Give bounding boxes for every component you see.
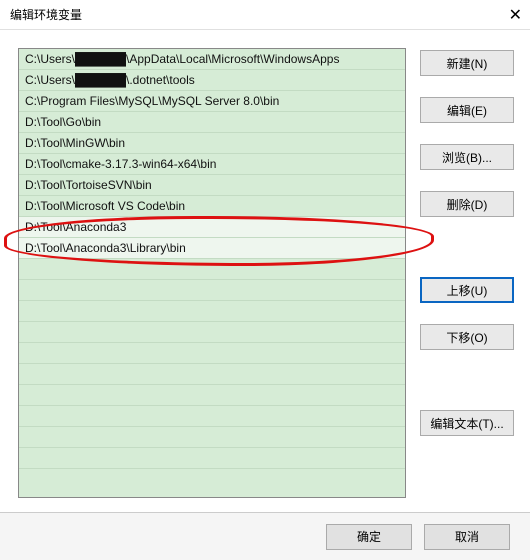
list-item[interactable]: D:\Tool\TortoiseSVN\bin: [19, 175, 405, 196]
delete-button[interactable]: 删除(D): [420, 191, 514, 217]
spacer: [420, 238, 514, 256]
list-item-empty: [19, 343, 405, 364]
list-item[interactable]: D:\Tool\MinGW\bin: [19, 133, 405, 154]
path-listbox[interactable]: C:\Users\██████\AppData\Local\Microsoft\…: [18, 48, 406, 498]
list-item[interactable]: C:\Program Files\MySQL\MySQL Server 8.0\…: [19, 91, 405, 112]
dialog-footer: 确定 取消: [0, 512, 530, 560]
window-title: 编辑环境变量: [10, 6, 82, 23]
browse-button[interactable]: 浏览(B)...: [420, 144, 514, 170]
button-sidebar: 新建(N) 编辑(E) 浏览(B)... 删除(D) 上移(U) 下移(O) 编…: [420, 48, 514, 498]
cancel-button[interactable]: 取消: [424, 524, 510, 550]
list-item-empty: [19, 427, 405, 448]
list-item[interactable]: C:\Users\██████\.dotnet\tools: [19, 70, 405, 91]
list-item-empty: [19, 301, 405, 322]
content-area: C:\Users\██████\AppData\Local\Microsoft\…: [0, 30, 530, 508]
close-icon[interactable]: ✕: [492, 5, 522, 25]
list-item[interactable]: D:\Tool\Microsoft VS Code\bin: [19, 196, 405, 217]
list-item-empty: [19, 406, 405, 427]
titlebar: 编辑环境变量 ✕: [0, 0, 530, 30]
move-up-button[interactable]: 上移(U): [420, 277, 514, 303]
list-item[interactable]: D:\Tool\Go\bin: [19, 112, 405, 133]
list-item[interactable]: C:\Users\██████\AppData\Local\Microsoft\…: [19, 49, 405, 70]
new-button[interactable]: 新建(N): [420, 50, 514, 76]
ok-button[interactable]: 确定: [326, 524, 412, 550]
edit-button[interactable]: 编辑(E): [420, 97, 514, 123]
list-item-empty: [19, 259, 405, 280]
list-item-empty: [19, 448, 405, 469]
list-item-empty: [19, 364, 405, 385]
list-item-selected[interactable]: D:\Tool\Anaconda3: [19, 217, 405, 238]
list-item-selected[interactable]: D:\Tool\Anaconda3\Library\bin: [19, 238, 405, 259]
list-item-empty: [19, 322, 405, 343]
list-item[interactable]: D:\Tool\cmake-3.17.3-win64-x64\bin: [19, 154, 405, 175]
move-down-button[interactable]: 下移(O): [420, 324, 514, 350]
spacer: [420, 371, 514, 389]
list-item-empty: [19, 280, 405, 301]
list-item-empty: [19, 385, 405, 406]
edit-text-button[interactable]: 编辑文本(T)...: [420, 410, 514, 436]
list-item-empty: [19, 469, 405, 490]
